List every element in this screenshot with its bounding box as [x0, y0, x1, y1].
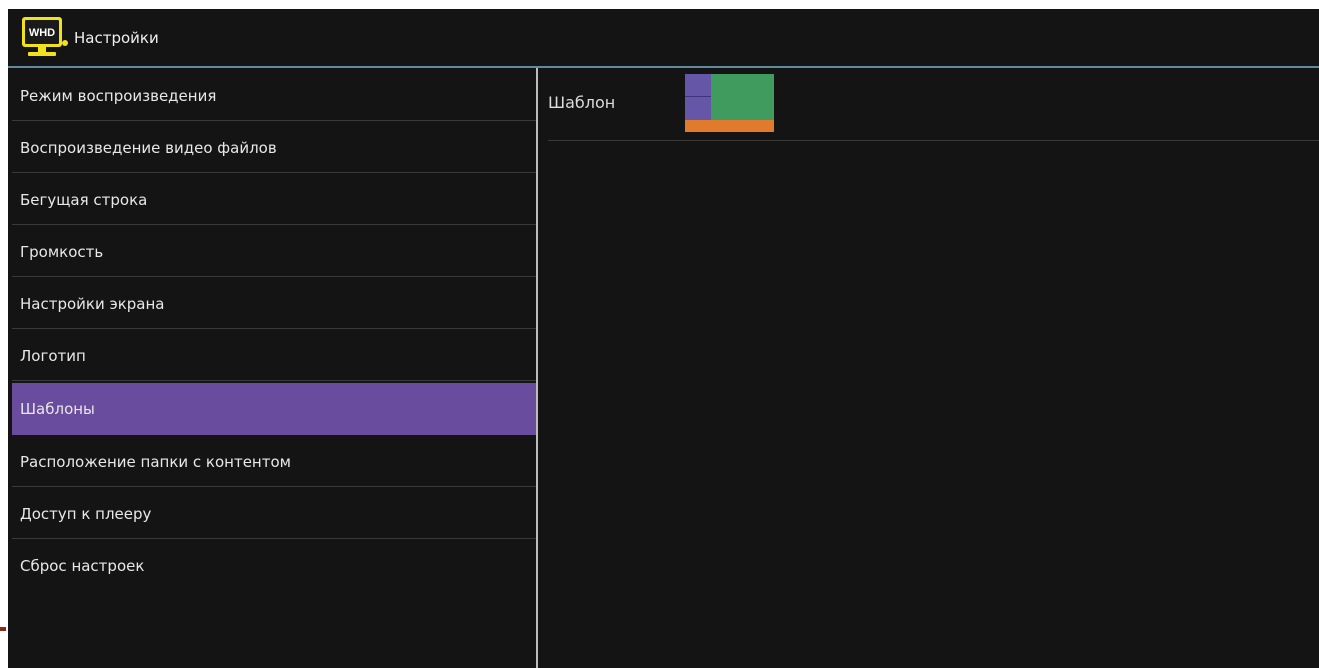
menu-item-label: Воспроизведение видео файлов	[20, 138, 277, 157]
menu-item-reset-settings[interactable]: Сброс настроек	[12, 541, 536, 591]
menu-item-label: Расположение папки с контентом	[20, 452, 291, 471]
menu-item-label: Шаблоны	[20, 399, 95, 418]
menu-item-label: Режим воспроизведения	[20, 86, 217, 105]
title-bar: WHD Настройки	[8, 9, 1319, 66]
menu-item-ticker[interactable]: Бегущая строка	[12, 175, 536, 225]
menu-item-player-access[interactable]: Доступ к плееру	[12, 489, 536, 539]
page-title: Настройки	[74, 28, 159, 47]
template-label: Шаблон	[548, 93, 616, 112]
menu-item-label: Доступ к плееру	[20, 504, 152, 523]
template-preview[interactable]	[685, 74, 774, 132]
template-zone-split	[685, 96, 711, 97]
detail-panel: Шаблон	[538, 68, 1319, 668]
menu-item-content-folder[interactable]: Расположение папки с контентом	[12, 437, 536, 487]
template-zone-main	[711, 74, 774, 120]
menu-item-logo[interactable]: Логотип	[12, 331, 536, 381]
menu-item-playback-mode[interactable]: Режим воспроизведения	[12, 71, 536, 121]
settings-menu: Режим воспроизведения Воспроизведение ви…	[8, 68, 536, 668]
whd-tv-logo-icon: WHD	[20, 15, 72, 61]
menu-item-templates[interactable]: Шаблоны	[12, 383, 536, 435]
template-zone-left	[685, 74, 711, 120]
menu-item-volume[interactable]: Громкость	[12, 227, 536, 277]
edge-artifact	[0, 627, 6, 631]
template-row[interactable]: Шаблон	[548, 68, 1319, 141]
menu-item-label: Сброс настроек	[20, 557, 145, 575]
menu-item-label: Настройки экрана	[20, 294, 165, 313]
menu-item-screen-settings[interactable]: Настройки экрана	[12, 279, 536, 329]
logo-text: WHD	[29, 27, 55, 39]
menu-item-label: Логотип	[20, 346, 86, 365]
menu-item-video-playback[interactable]: Воспроизведение видео файлов	[12, 123, 536, 173]
menu-item-label: Бегущая строка	[20, 190, 148, 209]
settings-screen: WHD Настройки Режим воспроизведения Восп…	[8, 9, 1319, 668]
menu-item-label: Громкость	[20, 242, 104, 261]
template-zone-bottom	[685, 120, 774, 132]
